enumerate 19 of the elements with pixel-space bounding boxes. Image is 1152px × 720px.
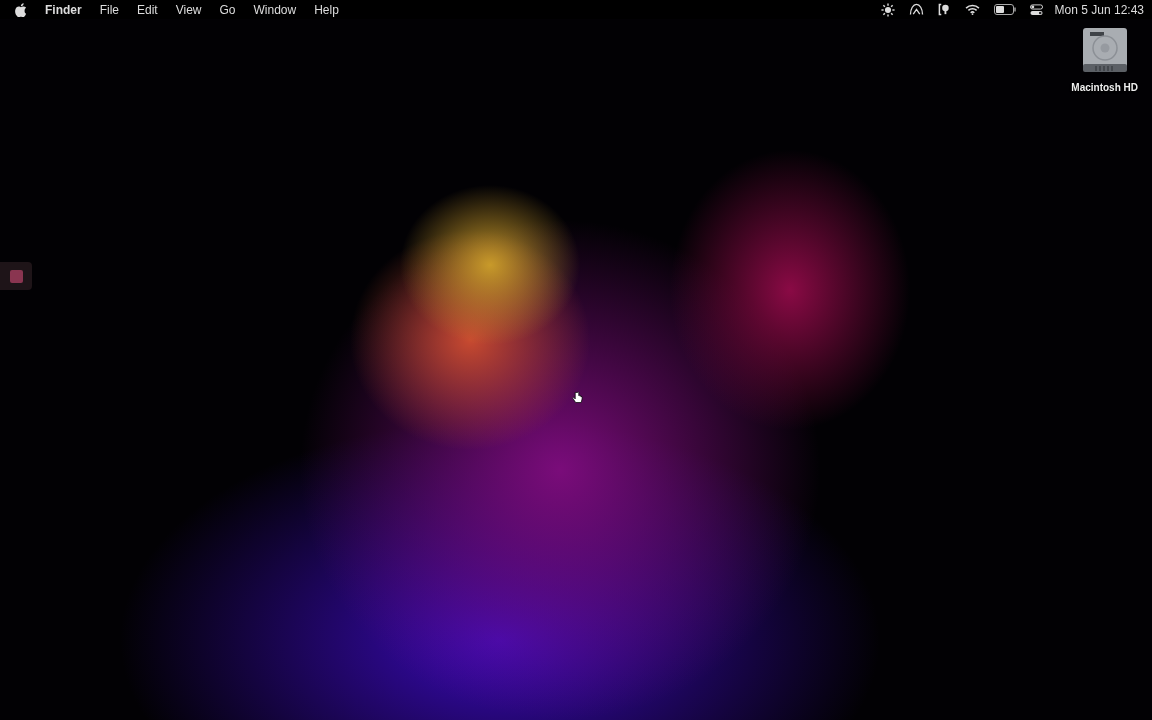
menu-item[interactable]: Window bbox=[253, 2, 297, 17]
desktop-icon-label[interactable]: Macintosh HD bbox=[1071, 82, 1138, 93]
menu-item[interactable]: Go bbox=[219, 2, 236, 17]
bracket-dot-icon[interactable] bbox=[937, 3, 951, 16]
sun-icon[interactable] bbox=[880, 2, 895, 17]
menu-item[interactable]: View bbox=[175, 2, 202, 17]
hand-cursor-icon bbox=[572, 391, 583, 404]
wifi-icon[interactable] bbox=[964, 4, 980, 15]
control-center-icon[interactable] bbox=[1029, 3, 1043, 16]
arch-icon[interactable] bbox=[908, 3, 924, 16]
battery-icon[interactable] bbox=[993, 4, 1016, 15]
hard-drive-icon[interactable] bbox=[1081, 27, 1128, 73]
square-icon bbox=[9, 269, 23, 283]
menu-item[interactable]: Help bbox=[314, 2, 339, 17]
app-menu[interactable]: Finder bbox=[45, 2, 82, 17]
clock-text[interactable]: Mon 5 Jun 12:43 bbox=[1054, 2, 1144, 17]
apple-logo-icon[interactable] bbox=[15, 2, 27, 17]
menu-item[interactable]: Edit bbox=[137, 2, 158, 17]
menu-item[interactable]: File bbox=[99, 2, 119, 17]
